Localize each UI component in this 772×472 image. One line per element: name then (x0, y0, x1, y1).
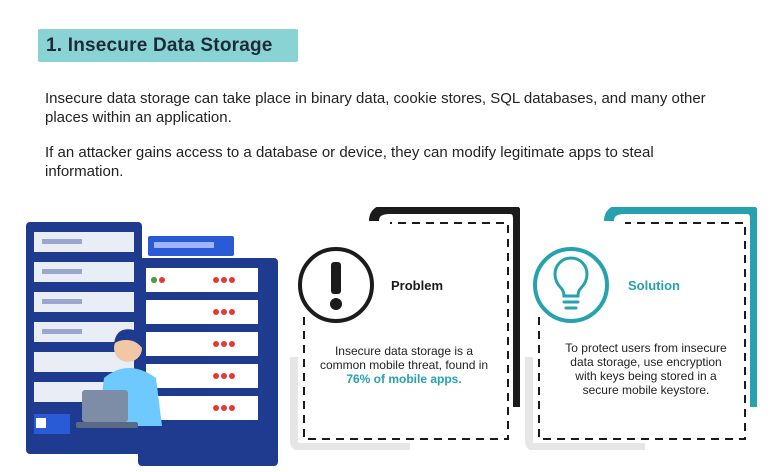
problem-highlight: 76% of mobile apps. (346, 372, 462, 386)
problem-card-frame (290, 207, 520, 450)
solution-title: Solution (628, 278, 680, 293)
problem-title: Problem (391, 278, 444, 293)
problem-icon-circle (298, 247, 374, 323)
section-title: 1. Insecure Data Storage (46, 35, 273, 56)
attacker-paragraph: If an attacker gains access to a databas… (45, 144, 654, 180)
solution-text: To protect users from insecure data stor… (565, 341, 727, 397)
exclamation-icon (330, 262, 342, 310)
solution-card-frame (525, 207, 757, 450)
solution-icon-circle (533, 247, 609, 323)
intro-paragraph: Insecure data storage can take place in … (45, 90, 706, 126)
problem-text: Insecure data storage is a common mobile… (319, 344, 489, 386)
server-illustration (26, 222, 278, 466)
